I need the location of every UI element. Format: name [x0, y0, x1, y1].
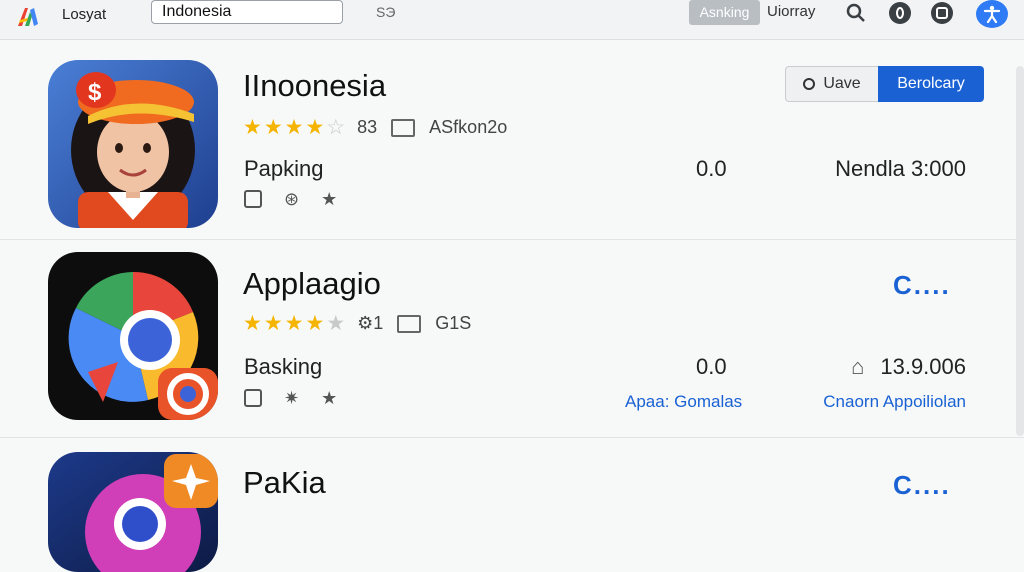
meta-text: ASfkon2o — [429, 117, 508, 137]
meta-text: G1S — [435, 313, 472, 333]
rating-count: 83 — [357, 117, 378, 137]
app-name[interactable]: Applaagio — [243, 266, 381, 302]
search-hint: ЅЭ — [376, 4, 396, 20]
app-icon[interactable]: $ — [48, 60, 218, 228]
app-row[interactable]: PaKia C.... — [0, 438, 1024, 572]
window-icon[interactable] — [931, 2, 953, 24]
library-tab[interactable]: Uiorray — [767, 3, 815, 20]
app-icon[interactable] — [48, 452, 218, 572]
scrollbar[interactable] — [1016, 66, 1024, 436]
save-button-label: Uave — [823, 75, 861, 92]
search-input[interactable] — [151, 0, 343, 24]
app-actions: ⊛ ★ — [244, 190, 337, 208]
app-category: Basking — [244, 354, 323, 379]
app-category: Papking — [244, 156, 324, 181]
star-icon: ★ — [305, 116, 325, 139]
app-stat: Nendla 3:000 — [835, 156, 966, 181]
star-icon: ★ — [243, 116, 262, 139]
image-icon[interactable] — [244, 389, 262, 407]
star-icon: ★ — [284, 312, 304, 335]
app-rating: ★ ★ ★ ★ ☆ 83 ASfkon2o — [243, 117, 507, 138]
share-icon[interactable]: ⊛ — [284, 190, 299, 208]
home-icon: ⌂ — [851, 354, 865, 379]
star-icon: ★ — [243, 312, 262, 335]
star-icon: ★ — [263, 312, 283, 335]
accessibility-icon[interactable] — [976, 0, 1008, 28]
app-value: 0.0 — [696, 156, 727, 181]
circle-icon — [803, 78, 816, 90]
info-icon[interactable] — [889, 2, 911, 24]
svg-text:$: $ — [88, 79, 102, 106]
app-name[interactable]: IInoonesia — [243, 68, 386, 104]
install-button[interactable]: Berolcary — [878, 66, 984, 102]
save-button[interactable]: Uave — [785, 66, 879, 102]
app-row[interactable]: Applaagio ★ ★ ★ ★ ★ ⚙1 G1S C.... Basking… — [0, 240, 1024, 438]
app-name[interactable]: PaKia — [243, 465, 326, 501]
star-icon: ★ — [284, 116, 304, 139]
image-icon[interactable] — [244, 190, 262, 208]
loading-indicator: C.... — [893, 470, 951, 500]
favorite-icon[interactable]: ★ — [321, 389, 337, 407]
favorite-icon[interactable]: ★ — [321, 190, 337, 208]
star-icon: ★ — [305, 312, 325, 335]
brand-name[interactable]: Losyat — [62, 6, 106, 23]
rating-count-value: 1 — [373, 313, 384, 333]
app-actions: ✷ ★ — [244, 389, 337, 407]
star-icon: ★ — [263, 116, 283, 139]
picture-icon — [397, 314, 422, 333]
app-row[interactable]: $ IInoonesia ★ ★ ★ ★ ☆ 83 ASfkon2o Papki… — [0, 40, 1024, 240]
app-icon[interactable] — [48, 252, 218, 420]
app-value: 0.0 — [696, 354, 727, 379]
app-stat: ⌂ 13.9.006 — [851, 354, 966, 380]
application-link[interactable]: Cnaorn Appoiliolan — [823, 392, 966, 412]
search-icon[interactable] — [845, 2, 867, 24]
app-stat-value: 13.9.006 — [880, 354, 966, 379]
developer-link[interactable]: Apaa: Gomalas — [625, 392, 742, 412]
app-logo-icon[interactable] — [16, 6, 40, 28]
picture-icon — [391, 118, 416, 137]
sparkle-icon[interactable]: ✷ — [284, 389, 299, 407]
top-bar: Losyat ЅЭ Asnking Uiorray — [0, 0, 1024, 40]
star-icon: ☆ — [326, 116, 346, 139]
star-icon: ★ — [326, 312, 346, 335]
rating-count: ⚙1 — [357, 313, 384, 333]
loading-indicator: C.... — [893, 270, 951, 300]
ranking-tab[interactable]: Asnking — [689, 0, 760, 25]
app-rating: ★ ★ ★ ★ ★ ⚙1 G1S — [243, 313, 471, 334]
